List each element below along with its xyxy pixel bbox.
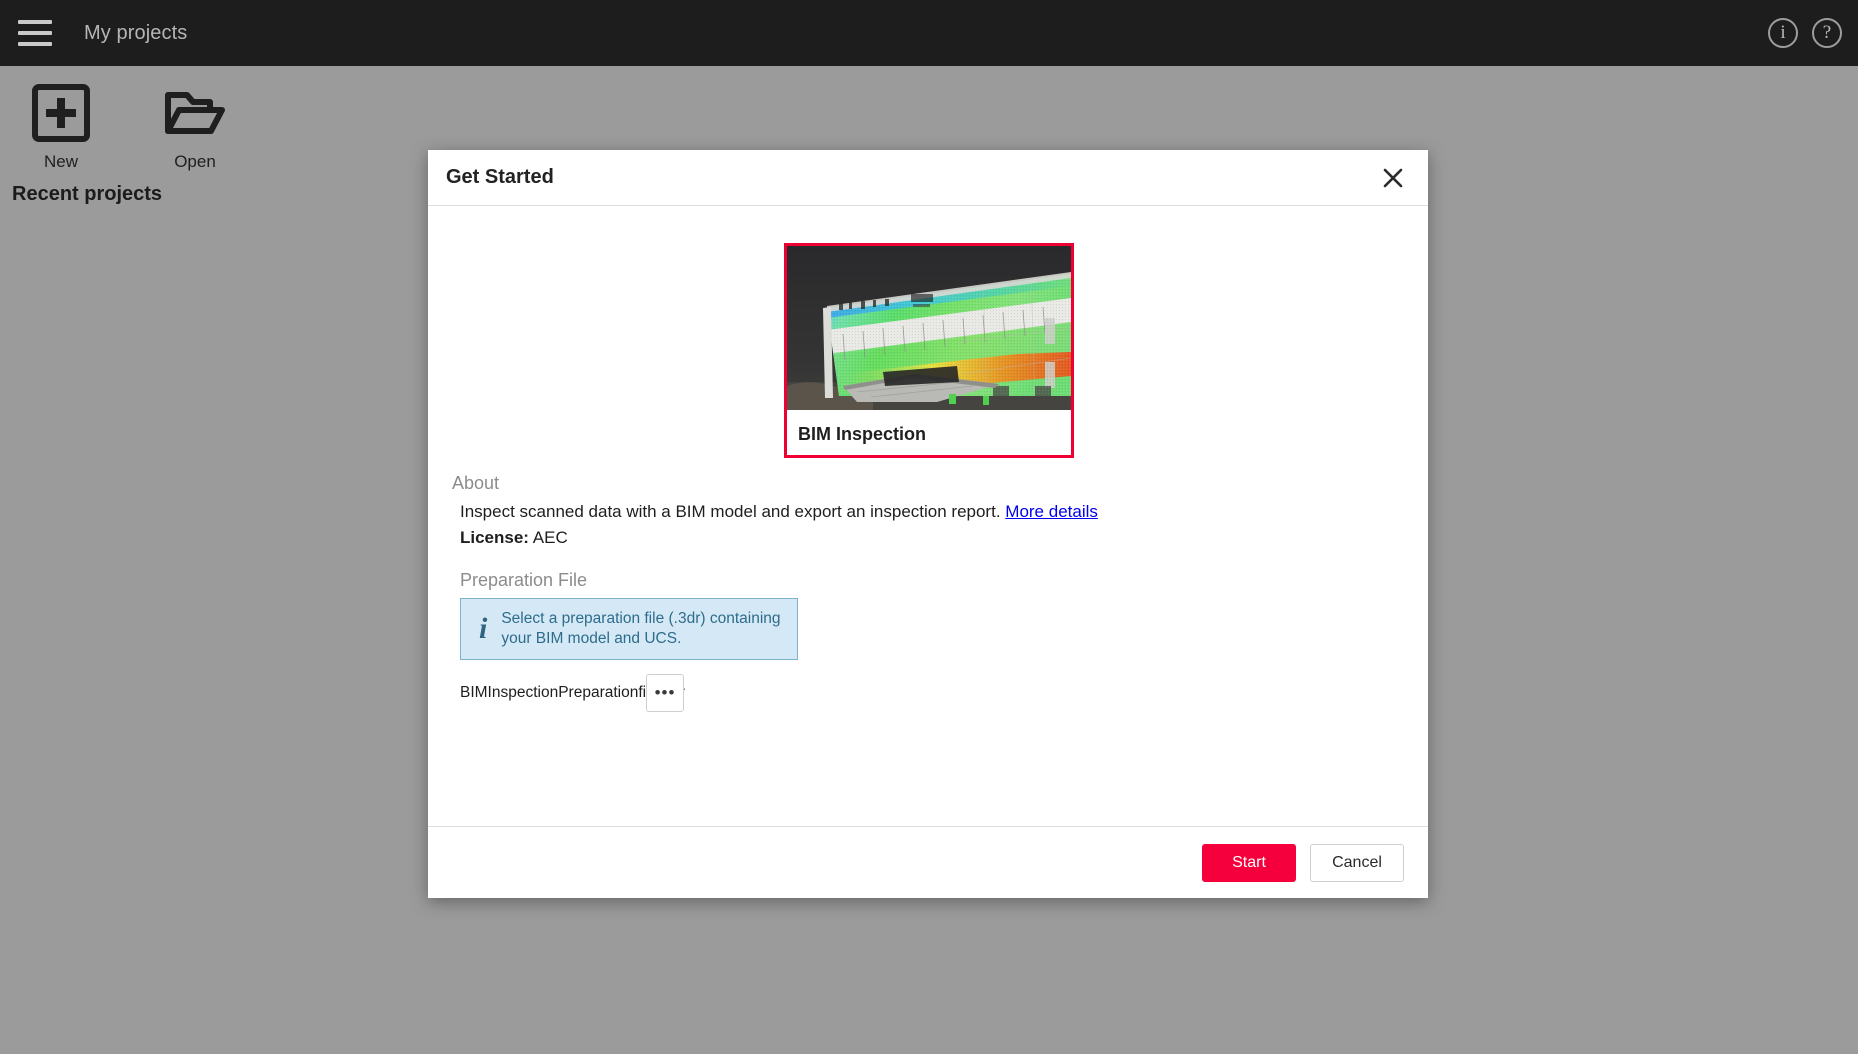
license-value: AEC: [533, 528, 568, 547]
license-label: License:: [460, 528, 529, 547]
about-heading: About: [452, 473, 499, 494]
preparation-file-info-text: Select a preparation file (.3dr) contain…: [501, 609, 783, 649]
about-description-text: Inspect scanned data with a BIM model an…: [460, 502, 1001, 521]
preparation-file-name: BIMInspectionPreparationfile.3dr: [460, 684, 632, 702]
cancel-button[interactable]: Cancel: [1310, 844, 1404, 882]
license-row: License: AEC: [460, 528, 568, 548]
preparation-file-heading: Preparation File: [460, 570, 587, 591]
modal-overlay: Get Started: [0, 0, 1858, 1054]
info-icon: i: [475, 614, 487, 644]
dialog-header: Get Started: [428, 150, 1428, 206]
preparation-file-row: BIMInspectionPreparationfile.3dr •••: [460, 674, 684, 712]
get-started-dialog: Get Started: [428, 150, 1428, 898]
close-icon[interactable]: [1376, 161, 1410, 195]
dialog-body: BIM Inspection About Inspect scanned dat…: [428, 206, 1428, 826]
workflow-card-bim-inspection[interactable]: BIM Inspection: [784, 243, 1074, 458]
preparation-file-info-box: i Select a preparation file (.3dr) conta…: [460, 598, 798, 660]
more-details-link[interactable]: More details: [1005, 502, 1098, 521]
dialog-title: Get Started: [446, 166, 554, 189]
about-description: Inspect scanned data with a BIM model an…: [460, 502, 1098, 522]
dialog-footer: Start Cancel: [428, 826, 1428, 898]
start-button[interactable]: Start: [1202, 844, 1296, 882]
workflow-card-label: BIM Inspection: [787, 410, 1071, 458]
workflow-thumbnail-image: [787, 246, 1071, 410]
browse-file-button[interactable]: •••: [646, 674, 684, 712]
